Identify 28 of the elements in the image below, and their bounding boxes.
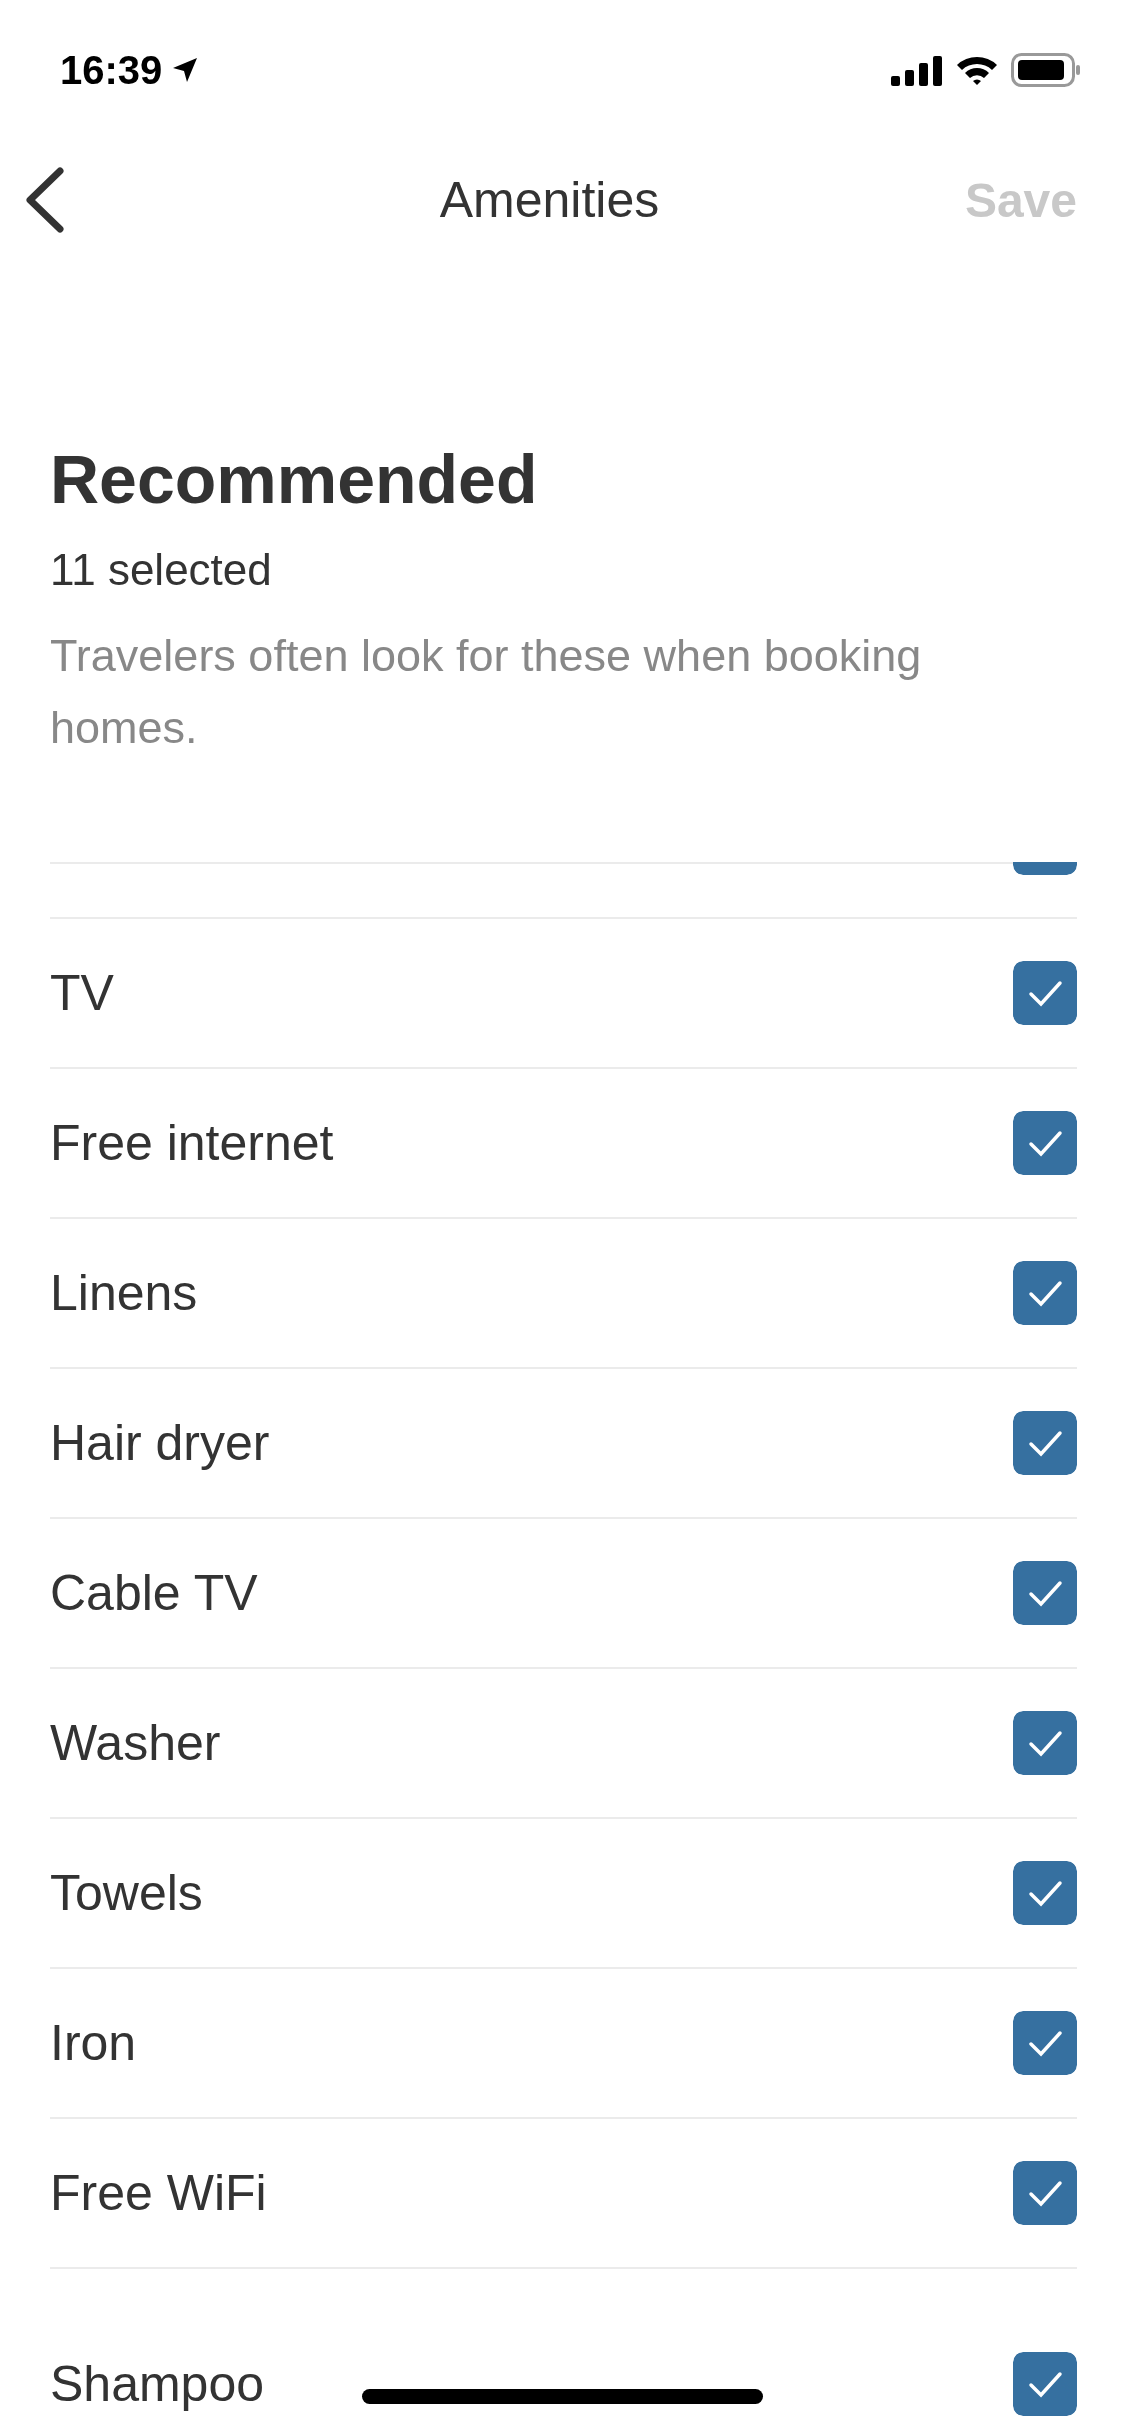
section-title: Recommended bbox=[50, 440, 539, 519]
amenity-label: Iron bbox=[50, 2014, 137, 2072]
checkbox[interactable] bbox=[1013, 2161, 1077, 2225]
amenity-label: Cable TV bbox=[50, 1564, 258, 1622]
checkbox[interactable] bbox=[1013, 1711, 1077, 1775]
status-time: 16:39 bbox=[60, 47, 163, 93]
section-description: Travelers often look for these when booking homes. bbox=[50, 629, 923, 755]
checkbox[interactable] bbox=[1013, 2011, 1077, 2075]
signal-icon bbox=[891, 54, 943, 86]
amenity-label: Linens bbox=[50, 1264, 198, 1322]
selected-count: 11 selected bbox=[50, 544, 273, 596]
amenity-label: TV bbox=[50, 964, 114, 1022]
amenity-label: Washer bbox=[50, 1714, 221, 1772]
battery-icon bbox=[1011, 53, 1081, 87]
amenity-label: Shampoo bbox=[50, 2355, 265, 2413]
amenity-label: Hair dryer bbox=[50, 1414, 270, 1472]
amenity-label: Towels bbox=[50, 1864, 203, 1922]
checkbox[interactable] bbox=[1013, 1261, 1077, 1325]
checkbox[interactable] bbox=[1013, 961, 1077, 1025]
checkbox[interactable] bbox=[1013, 1111, 1077, 1175]
amenity-label: Free internet bbox=[50, 1114, 334, 1172]
checkbox[interactable] bbox=[1013, 2352, 1077, 2416]
page-title: Amenities bbox=[439, 171, 660, 229]
checkbox[interactable] bbox=[1013, 1861, 1077, 1925]
checkbox[interactable] bbox=[1013, 1411, 1077, 1475]
amenity-label: Free WiFi bbox=[50, 2164, 267, 2222]
checkbox[interactable] bbox=[1013, 1561, 1077, 1625]
wifi-icon bbox=[955, 54, 999, 86]
